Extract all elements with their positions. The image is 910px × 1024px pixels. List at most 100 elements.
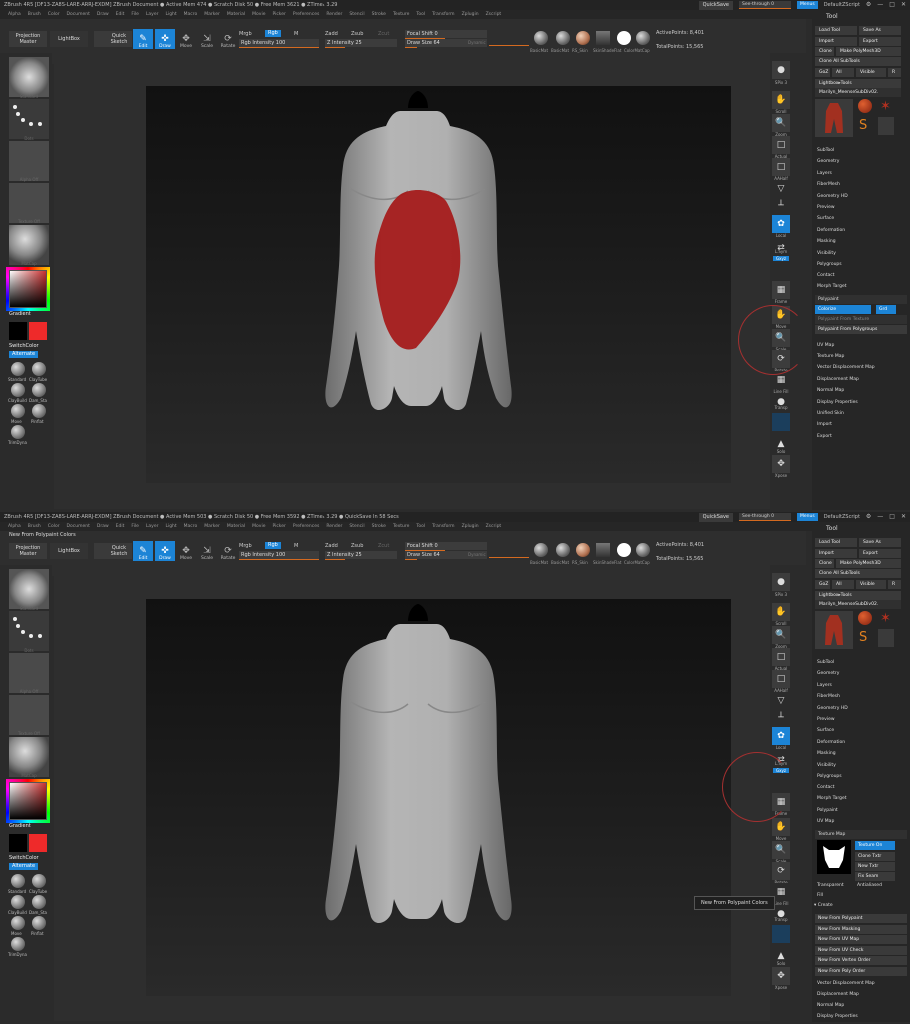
- tool-thumb-main[interactable]: [815, 99, 853, 137]
- texture-map-menu[interactable]: Texture Map: [817, 354, 844, 359]
- projection-master-button[interactable]: Projection Master: [9, 31, 47, 47]
- tool-thumb-simplebrush[interactable]: S: [859, 630, 867, 645]
- brush-claytube-icon[interactable]: [32, 874, 46, 888]
- move-view-button[interactable]: ✋: [772, 818, 790, 836]
- menu-document[interactable]: Document: [67, 522, 90, 531]
- deformation-menu[interactable]: Deformation: [817, 228, 845, 233]
- contact-menu[interactable]: Contact: [817, 273, 835, 278]
- brush-thumb[interactable]: [9, 569, 49, 609]
- dynamic-toggle[interactable]: Dynamic: [468, 40, 486, 45]
- menu-macro[interactable]: Macro: [184, 522, 198, 531]
- bpr-button[interactable]: ●: [772, 61, 790, 79]
- brush-standard-icon[interactable]: [11, 362, 25, 376]
- move-mode-button[interactable]: ✥ Move: [176, 541, 196, 561]
- polypaint-header[interactable]: Polypaint: [815, 295, 907, 304]
- actual-button[interactable]: □: [772, 136, 790, 154]
- menu-render[interactable]: Render: [326, 10, 342, 19]
- gear-icon[interactable]: ⚙: [866, 512, 871, 522]
- brush-thumb[interactable]: [9, 57, 49, 97]
- new-from-uv-check-button[interactable]: New From UV Check: [815, 946, 907, 955]
- morph-target-menu[interactable]: Morph Target: [817, 796, 847, 801]
- tool-thumb-marilyn[interactable]: [878, 117, 894, 135]
- primary-color-swatch[interactable]: [29, 322, 47, 340]
- menu-stroke[interactable]: Stroke: [372, 522, 386, 531]
- layers-menu[interactable]: Layers: [817, 683, 832, 688]
- menu-stencil[interactable]: Stencil: [349, 522, 364, 531]
- menu-zscript[interactable]: Zscript: [486, 10, 502, 19]
- switch-color-button[interactable]: SwitchColor: [9, 343, 39, 349]
- menus-button[interactable]: Menus: [797, 513, 818, 521]
- tool-thumb-main[interactable]: [815, 611, 853, 649]
- menu-file[interactable]: File: [131, 10, 139, 19]
- menu-material[interactable]: Material: [227, 10, 245, 19]
- normal-map-menu[interactable]: Normal Map: [817, 1003, 844, 1008]
- menu-picker[interactable]: Picker: [272, 10, 285, 19]
- focal-shift-slider[interactable]: Focal Shift 0: [405, 30, 487, 39]
- menu-zscript[interactable]: Zscript: [486, 522, 502, 531]
- tool-thumb-polymesh[interactable]: ✶: [880, 611, 891, 626]
- texture-on-toggle[interactable]: Texture On: [855, 841, 895, 850]
- visible-button[interactable]: Visible: [856, 68, 886, 77]
- menu-light[interactable]: Light: [165, 522, 176, 531]
- save-as-button[interactable]: Save As: [859, 26, 901, 35]
- aahalf-button[interactable]: □: [772, 670, 790, 688]
- new-from-uv-map-button[interactable]: New From UV Map: [815, 935, 907, 944]
- menu-preferences[interactable]: Preferences: [293, 522, 319, 531]
- quick-sketch-button[interactable]: Quick Sketch: [94, 31, 132, 47]
- colorize-toggle[interactable]: Colorize: [815, 305, 871, 314]
- menu-marker[interactable]: Marker: [204, 10, 220, 19]
- fill-toggle[interactable]: Fill: [817, 893, 823, 898]
- move-mode-button[interactable]: ✥ Move: [176, 29, 196, 49]
- brush-claybuild-icon[interactable]: [11, 383, 25, 397]
- uv-map-menu[interactable]: UV Map: [817, 343, 834, 348]
- m-toggle[interactable]: M: [294, 543, 298, 549]
- antialiased-toggle[interactable]: Antialiased: [857, 883, 882, 888]
- scroll-button[interactable]: ✋: [772, 603, 790, 621]
- export-menu[interactable]: Export: [817, 434, 832, 439]
- xpose-button[interactable]: ✥: [772, 967, 790, 985]
- ghost-button[interactable]: [772, 925, 790, 943]
- brush-move-icon[interactable]: [11, 404, 25, 418]
- visibility-menu[interactable]: Visibility: [817, 763, 836, 768]
- geometry-hd-menu[interactable]: Geometry HD: [817, 194, 848, 199]
- menu-transform[interactable]: Transform: [432, 522, 454, 531]
- draw-mode-button[interactable]: ✜ Draw: [155, 541, 175, 561]
- alpha-thumb[interactable]: [9, 653, 49, 693]
- secondary-color-swatch[interactable]: [9, 322, 27, 340]
- material-ball-4[interactable]: [596, 31, 610, 45]
- rgb-intensity-slider[interactable]: Rgb Intensity 100: [239, 551, 319, 560]
- r-button[interactable]: R: [888, 580, 901, 589]
- tool-thumb-marilyn[interactable]: [878, 629, 894, 647]
- quicksave-button[interactable]: QuickSave: [698, 512, 733, 522]
- local-button[interactable]: ✿: [772, 215, 790, 233]
- clone-txtr-button[interactable]: Clone Txtr: [855, 852, 895, 861]
- display-properties-menu[interactable]: Display Properties: [817, 400, 858, 405]
- stroke-thumb[interactable]: [9, 99, 49, 139]
- texture-preview[interactable]: [817, 840, 851, 874]
- gradient-button[interactable]: Gradient: [9, 823, 31, 829]
- alternate-button[interactable]: Alternate: [9, 351, 39, 358]
- secondary-color-swatch[interactable]: [9, 834, 27, 852]
- menu-alpha[interactable]: Alpha: [8, 10, 21, 19]
- menu-texture[interactable]: Texture: [393, 522, 409, 531]
- visibility-menu[interactable]: Visibility: [817, 251, 836, 256]
- zsub-toggle[interactable]: Zsub: [351, 543, 363, 549]
- brush-damsta-icon[interactable]: [32, 383, 46, 397]
- current-tool-slider[interactable]: Marilyn_MeenseSubDiv02.: [815, 88, 901, 97]
- save-as-button[interactable]: Save As: [859, 538, 901, 547]
- zadd-toggle[interactable]: Zadd: [325, 31, 338, 37]
- rotate-mode-button[interactable]: ⟳ Rotate: [218, 541, 238, 561]
- fibermesh-menu[interactable]: FiberMesh: [817, 182, 840, 187]
- material-ball-3[interactable]: [576, 543, 590, 557]
- rotate-mode-button[interactable]: ⟳ Rotate: [218, 29, 238, 49]
- quick-sketch-button[interactable]: Quick Sketch: [94, 543, 132, 559]
- polypaint-menu[interactable]: Polypaint: [817, 808, 838, 813]
- r-button[interactable]: R: [888, 68, 901, 77]
- rgb-toggle[interactable]: Rgb: [265, 542, 281, 549]
- goz-button[interactable]: GoZ: [815, 68, 830, 77]
- new-txtr-button[interactable]: New Txtr: [855, 862, 895, 871]
- rgb-intensity-slider[interactable]: Rgb Intensity 100: [239, 39, 319, 48]
- material-thumb[interactable]: [9, 225, 49, 265]
- menu-file[interactable]: File: [131, 522, 139, 531]
- zsub-toggle[interactable]: Zsub: [351, 31, 363, 37]
